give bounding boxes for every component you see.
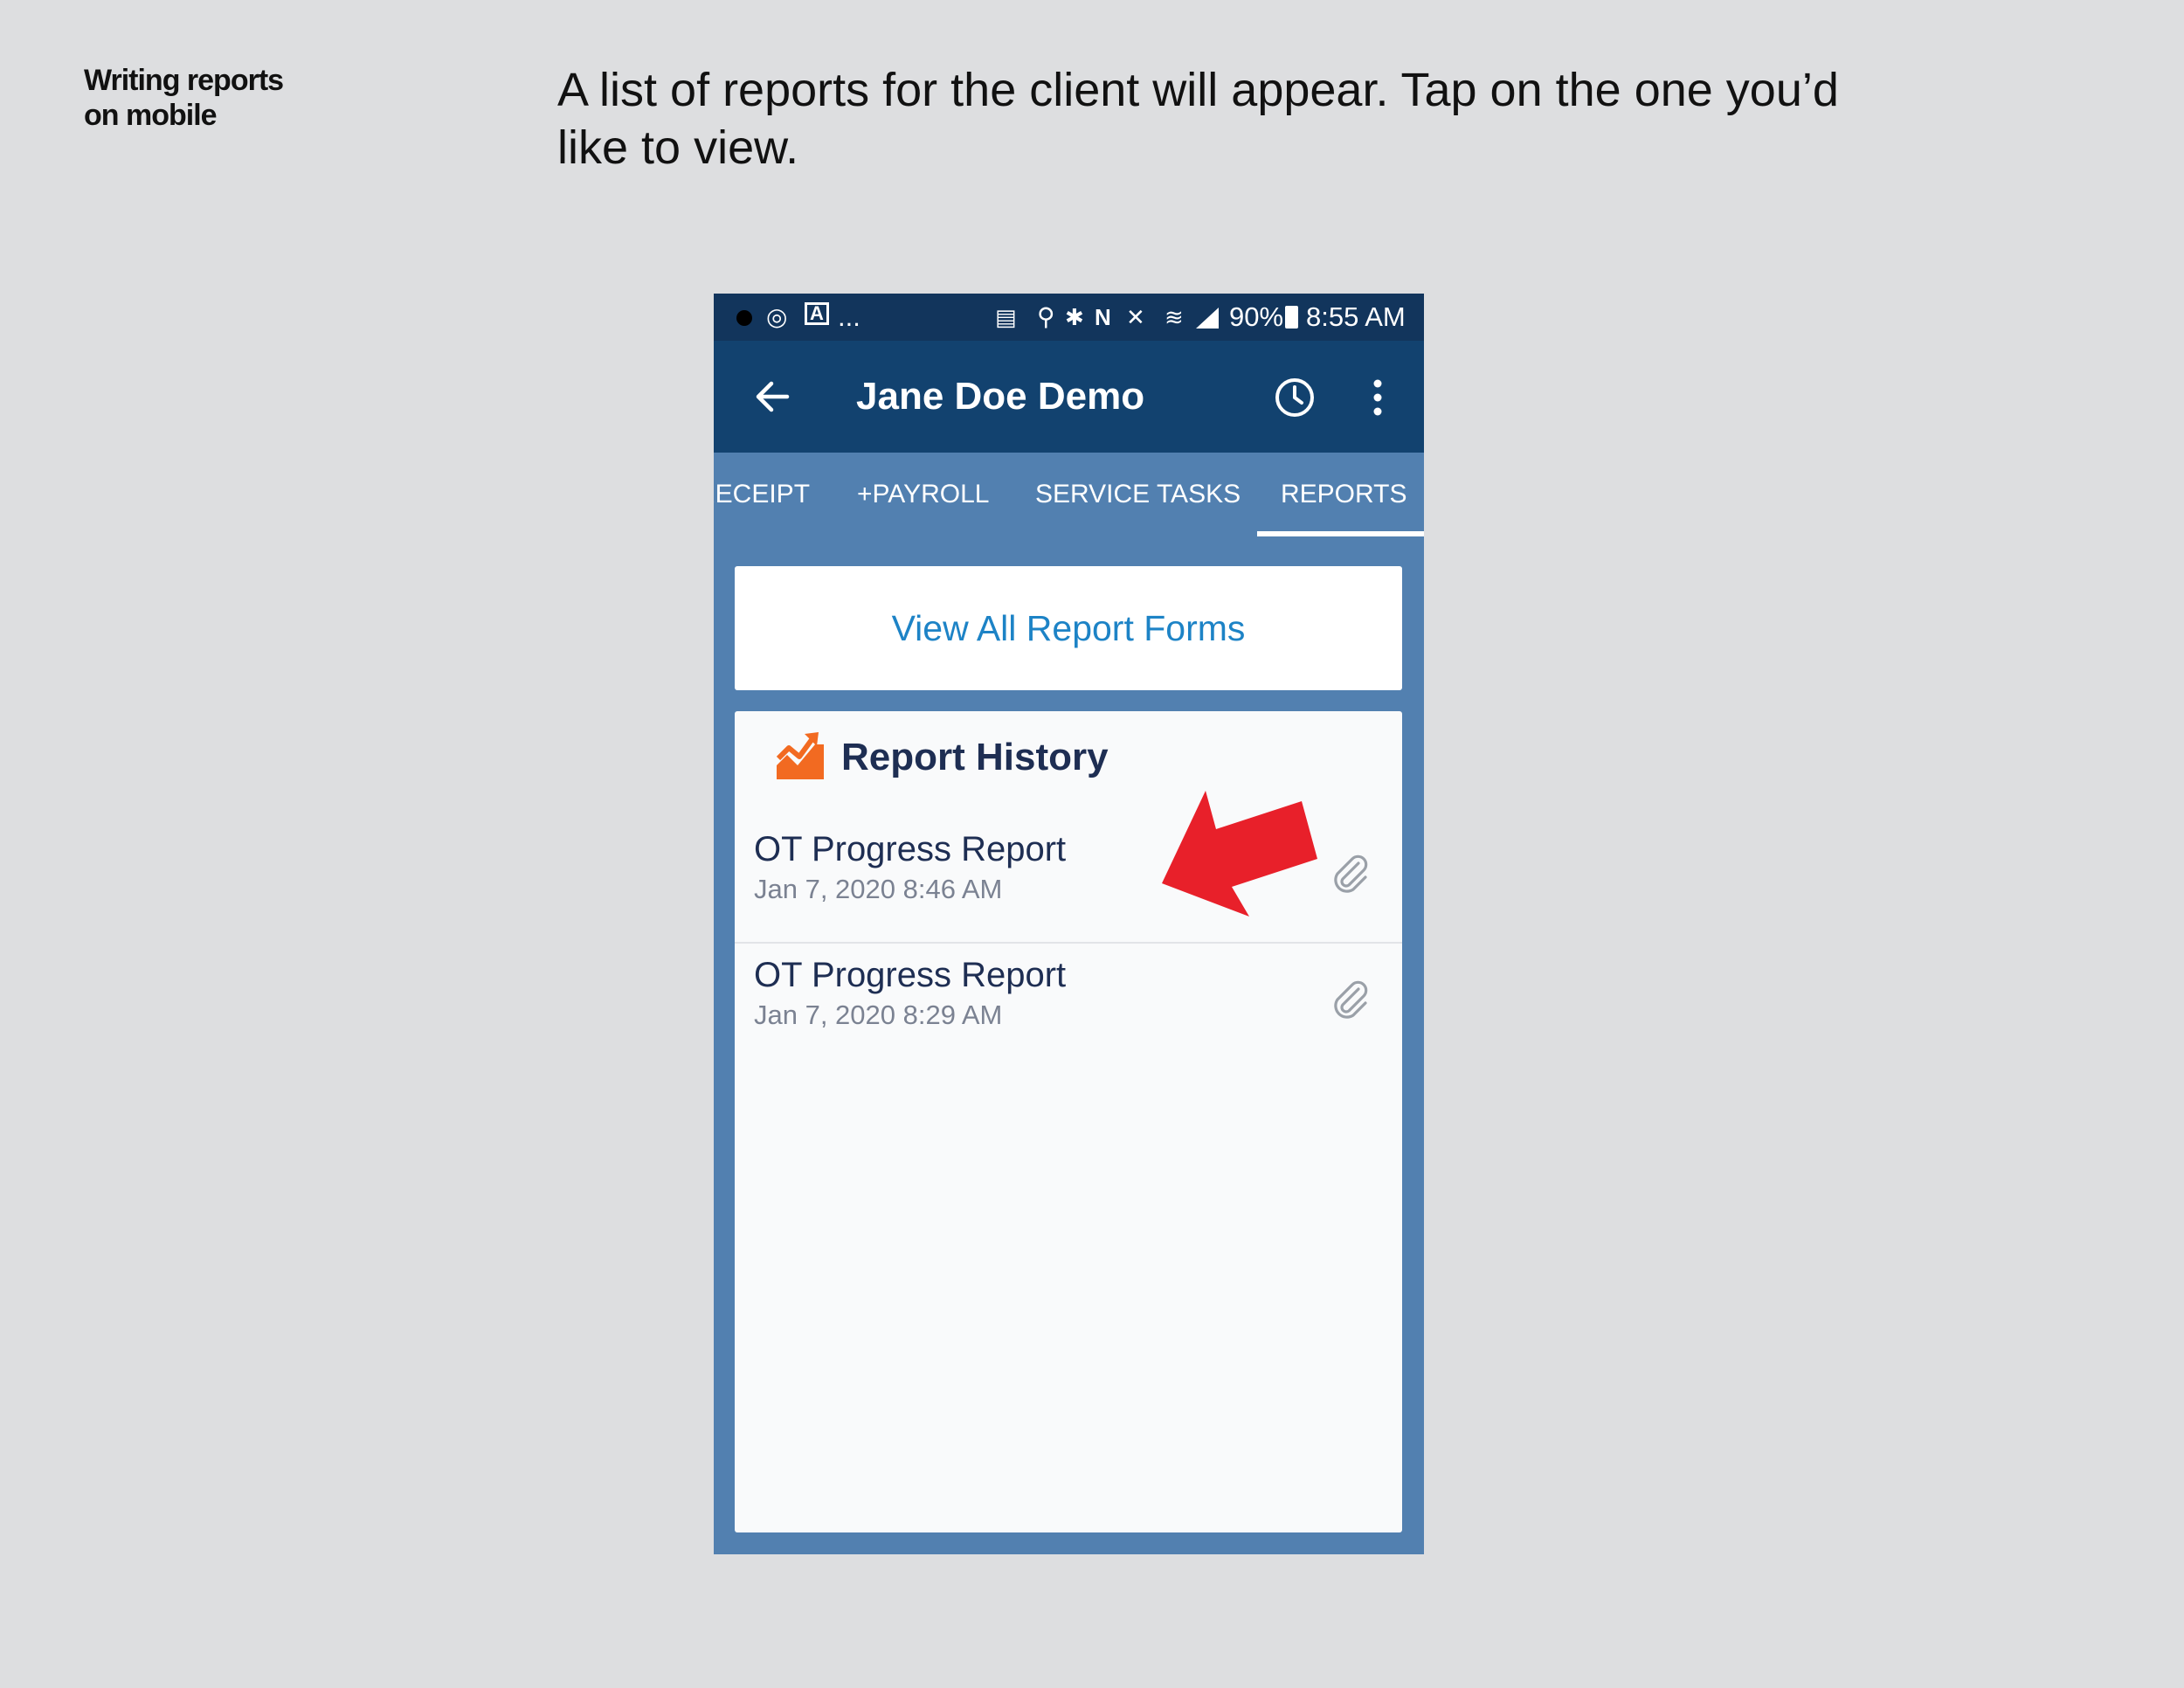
section-label-line-2: on mobile bbox=[84, 99, 218, 132]
app-notification-icon: A bbox=[805, 302, 829, 325]
report-date: Jan 7, 2020 8:46 AM bbox=[754, 874, 1003, 904]
instruction-line-2: like to view. bbox=[557, 121, 799, 174]
view-all-report-forms-label: View All Report Forms bbox=[891, 607, 1246, 648]
growth-chart-icon bbox=[776, 732, 824, 779]
red-arrow-icon bbox=[1162, 791, 1317, 917]
signal-icon bbox=[1196, 308, 1219, 329]
active-tab-indicator bbox=[1257, 531, 1424, 536]
cast-icon: ▤ bbox=[995, 304, 1017, 330]
report-date: Jan 7, 2020 8:29 AM bbox=[754, 1000, 1003, 1030]
status-ellipsis: ... bbox=[838, 301, 860, 332]
more-vertical-icon[interactable] bbox=[1367, 376, 1388, 419]
tab-bar: RECEIPT +PAYROLL SERVICE TASKS REPORTS bbox=[714, 453, 1424, 536]
bluetooth-icon: ✱ bbox=[1065, 304, 1084, 330]
instruction-text: A list of reports for the client will ap… bbox=[557, 61, 1903, 176]
arrow-left-icon[interactable] bbox=[749, 372, 798, 421]
client-name-title: Jane Doe Demo bbox=[856, 375, 1145, 418]
tab-payroll[interactable]: +PAYROLL bbox=[857, 477, 989, 512]
mute-icon: ✕ bbox=[1126, 304, 1145, 330]
section-label: Writing reports on mobile bbox=[84, 63, 284, 133]
section-label-line-1: Writing reports bbox=[84, 64, 284, 97]
report-name: OT Progress Report bbox=[754, 830, 1067, 868]
location-icon: ⚲ bbox=[1037, 303, 1055, 330]
report-history-title: Report History bbox=[841, 736, 1109, 778]
list-item[interactable]: OT Progress Report Jan 7, 2020 8:29 AM bbox=[735, 944, 1402, 1068]
phone-screenshot: ◎ A ... ▤ ⚲ ✱ N ✕ ≋ 90% 8:55 AM Jane Doe… bbox=[714, 294, 1424, 1554]
status-bar: ◎ A ... ▤ ⚲ ✱ N ✕ ≋ 90% 8:55 AM bbox=[714, 294, 1424, 341]
status-time: 8:55 AM bbox=[1306, 301, 1406, 332]
app-bar: Jane Doe Demo bbox=[714, 341, 1424, 453]
battery-icon bbox=[1285, 306, 1298, 329]
instruction-line-1: A list of reports for the client will ap… bbox=[557, 64, 1839, 116]
clock-icon[interactable] bbox=[1273, 376, 1317, 419]
paperclip-icon[interactable] bbox=[1329, 847, 1372, 896]
report-name: OT Progress Report bbox=[754, 956, 1067, 994]
nfc-icon: N bbox=[1095, 304, 1111, 330]
tab-reports[interactable]: REPORTS bbox=[1281, 477, 1406, 512]
tab-service-tasks[interactable]: SERVICE TASKS bbox=[1035, 477, 1241, 512]
paperclip-icon[interactable] bbox=[1329, 973, 1372, 1022]
battery-percent: 90% bbox=[1229, 301, 1284, 332]
wifi-icon: ≋ bbox=[1165, 304, 1184, 330]
view-all-report-forms-button[interactable]: View All Report Forms bbox=[735, 566, 1402, 690]
sync-icon: ◎ bbox=[766, 303, 788, 330]
notification-dot-icon bbox=[736, 310, 752, 326]
tab-receipt[interactable]: RECEIPT bbox=[714, 477, 810, 512]
